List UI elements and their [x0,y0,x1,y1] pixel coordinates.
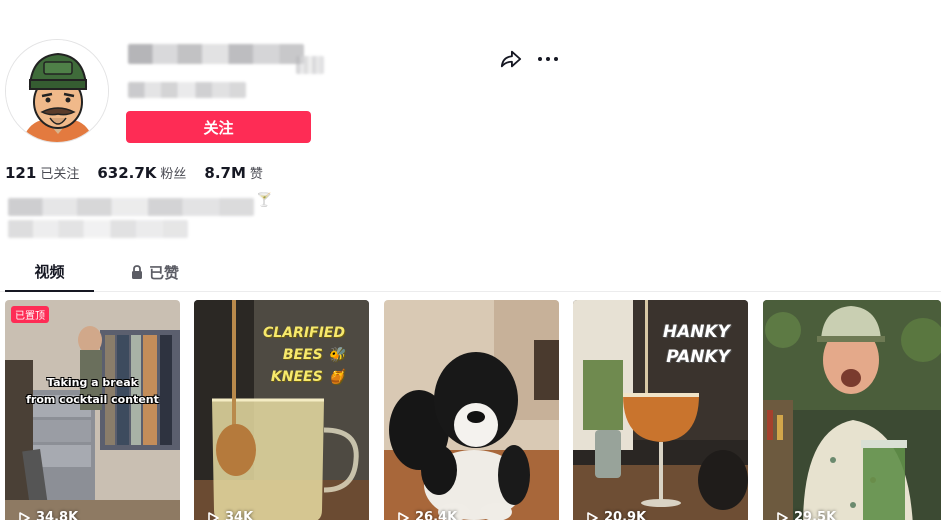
video-card[interactable]: 已置顶 Taking a break from cocktail content… [5,300,180,520]
profile-stats: 121 已关注 632.7K 粉丝 8.7M 赞 [5,163,281,182]
tab-videos[interactable]: 视频 [5,252,94,292]
play-icon [398,511,409,520]
caption-line: from cocktail content [26,393,159,406]
likes-label: 赞 [249,167,263,182]
caption-line: BEES 🐝 [282,347,345,363]
likes-count: 8.7M [204,164,246,182]
video-card[interactable]: 26.4K [384,300,559,520]
caption-line: Taking a break [47,376,138,389]
view-count: 20.9K [587,510,646,520]
more-icon[interactable] [536,48,560,70]
tab-videos-label: 视频 [34,262,65,281]
video-caption: HANKY PANKY [663,320,730,370]
avatar-illustration [6,40,108,142]
username-masked-tail [296,56,324,74]
play-icon [19,511,30,520]
video-card[interactable]: HANKY PANKY 20.9K [573,300,748,520]
view-count-value: 20.9K [604,510,647,520]
view-count-value: 34K [225,510,254,520]
caption-line: HANKY [662,322,730,342]
view-count-value: 26.4K [415,510,458,520]
video-caption: CLARIFIED BEES 🐝 KNEES 🍯 [263,322,345,388]
bio-masked-line2 [8,220,188,238]
lock-icon [131,265,142,279]
following-label[interactable]: 已关注 [40,163,79,182]
followers-label[interactable]: 粉丝 [160,163,186,182]
video-grid: 已置顶 Taking a break from cocktail content… [5,300,941,520]
pinned-badge: 已置顶 [11,306,49,323]
view-count-value: 29.5K [794,510,837,520]
video-caption: Taking a break from cocktail content [25,374,160,408]
username-masked [128,44,304,64]
play-icon [208,511,219,520]
video-card[interactable]: 29.5K [763,300,941,520]
tab-liked[interactable]: 已赞 [120,252,190,292]
caption-line: KNEES 🍯 [270,369,345,385]
tab-liked-label: 已赞 [148,263,179,282]
video-thumbnail [5,300,180,520]
caption-line: CLARIFIED [263,325,345,341]
follow-button[interactable]: 关注 [126,111,311,143]
bio-masked [8,198,254,216]
share-icon[interactable] [500,48,522,70]
view-count: 34K [208,510,253,520]
cocktail-emoji: 🍸 [256,193,273,208]
video-thumbnail [384,300,559,520]
following-count[interactable]: 121 [5,164,36,182]
play-icon [777,511,788,520]
followers-count[interactable]: 632.7K [97,164,156,182]
view-count: 26.4K [398,510,457,520]
view-count-value: 34.8K [36,510,79,520]
play-icon [587,511,598,520]
caption-line: PANKY [666,347,730,367]
avatar[interactable] [5,39,109,143]
nickname-masked [128,82,246,98]
view-count: 34.8K [19,510,78,520]
view-count: 29.5K [777,510,836,520]
video-card[interactable]: CLARIFIED BEES 🐝 KNEES 🍯 34K [194,300,369,520]
profile-tabs: 视频 已赞 [0,252,941,292]
video-thumbnail [763,300,941,520]
